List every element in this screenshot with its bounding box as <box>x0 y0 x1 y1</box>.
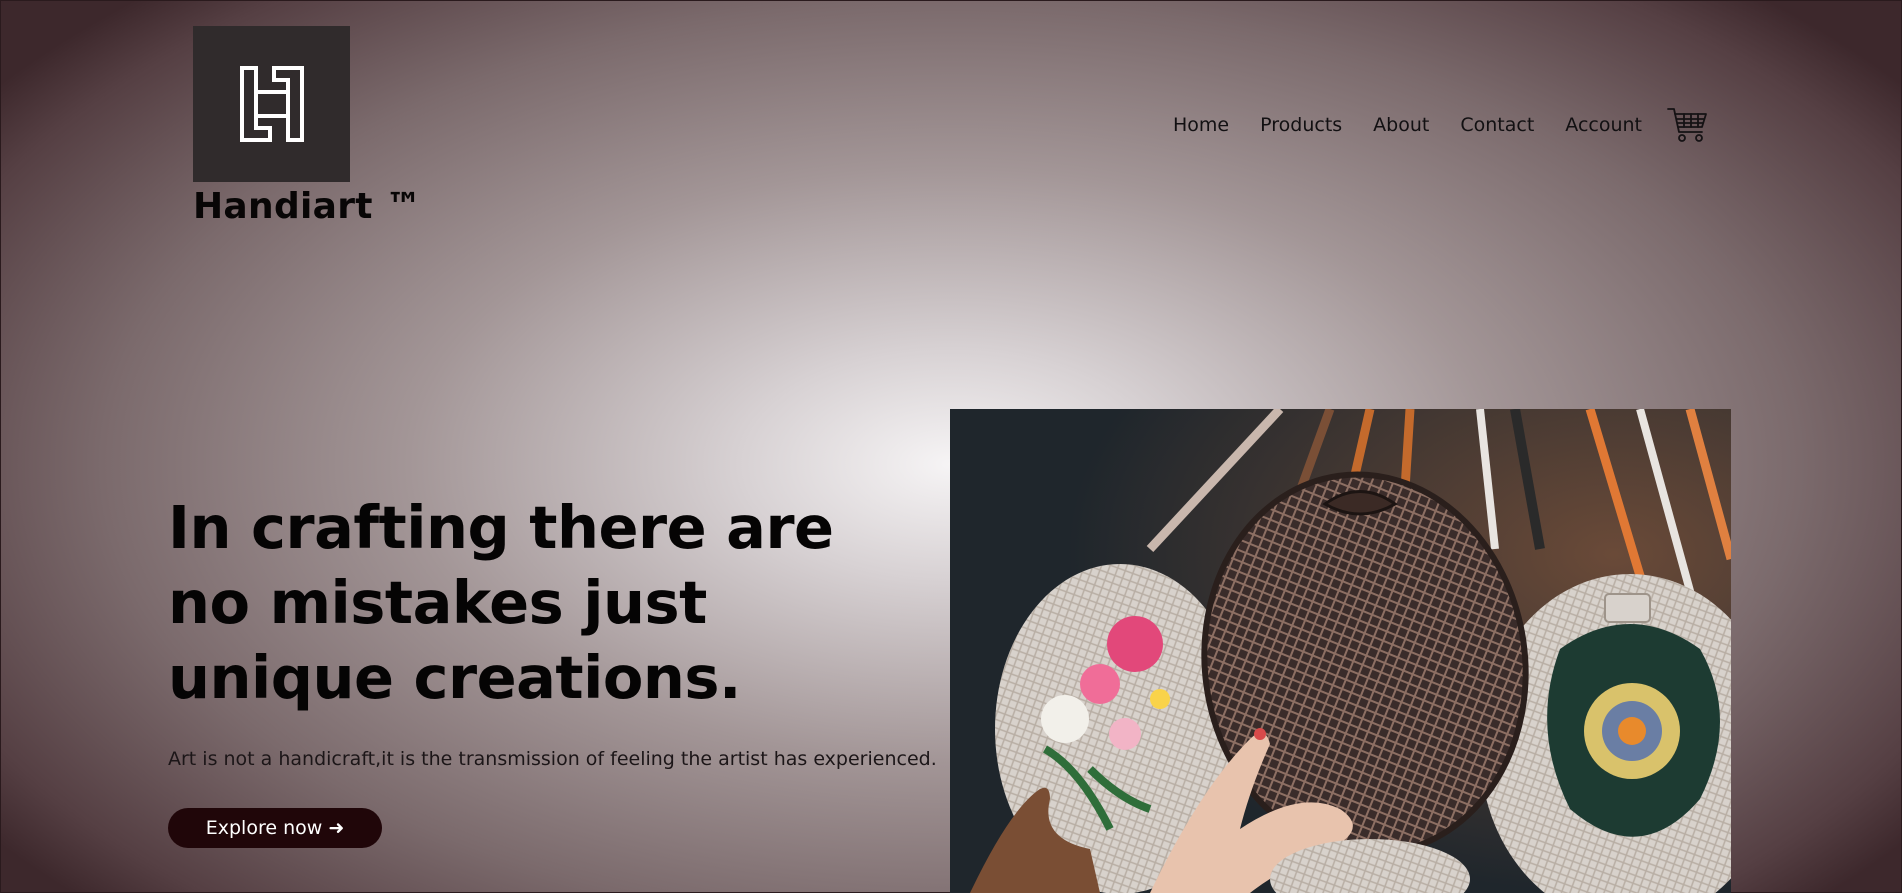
explore-now-button[interactable]: Explore now ➜ <box>168 808 382 848</box>
nav-home[interactable]: Home <box>1173 114 1229 136</box>
hero-subtitle: Art is not a handicraft,it is the transm… <box>168 748 937 770</box>
hero-image <box>950 409 1731 893</box>
h-monogram-icon <box>239 66 304 142</box>
nav-about[interactable]: About <box>1373 114 1429 136</box>
nav-contact[interactable]: Contact <box>1460 114 1534 136</box>
cart-icon[interactable] <box>1667 106 1708 144</box>
brand-name: Handiart ™ <box>193 186 422 227</box>
nav-account[interactable]: Account <box>1565 114 1642 136</box>
hero-title: In crafting there are no mistakes just u… <box>168 493 834 712</box>
main-nav: Home Products About Contact Account <box>1173 106 1708 144</box>
rattan-bags-illustration <box>950 409 1731 893</box>
nav-products[interactable]: Products <box>1260 114 1342 136</box>
logo[interactable] <box>193 26 350 182</box>
